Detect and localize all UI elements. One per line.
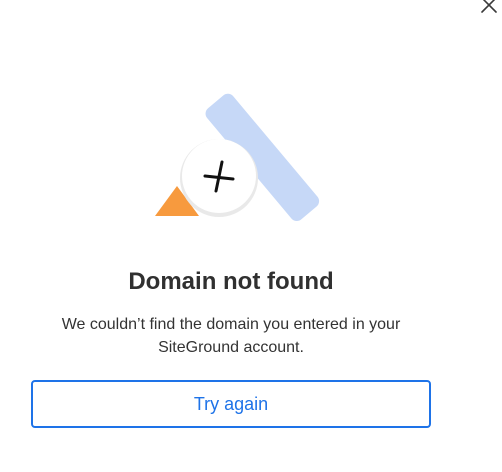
close-icon (480, 0, 498, 14)
dialog-title: Domain not found (128, 268, 334, 295)
domain-not-found-dialog: Domain not found We couldn’t find the do… (0, 0, 502, 472)
close-button[interactable] (478, 0, 500, 16)
dialog-message: We couldn’t find the domain you entered … (61, 316, 401, 356)
not-found-illustration (150, 90, 340, 225)
try-again-button[interactable]: Try again (31, 380, 431, 428)
